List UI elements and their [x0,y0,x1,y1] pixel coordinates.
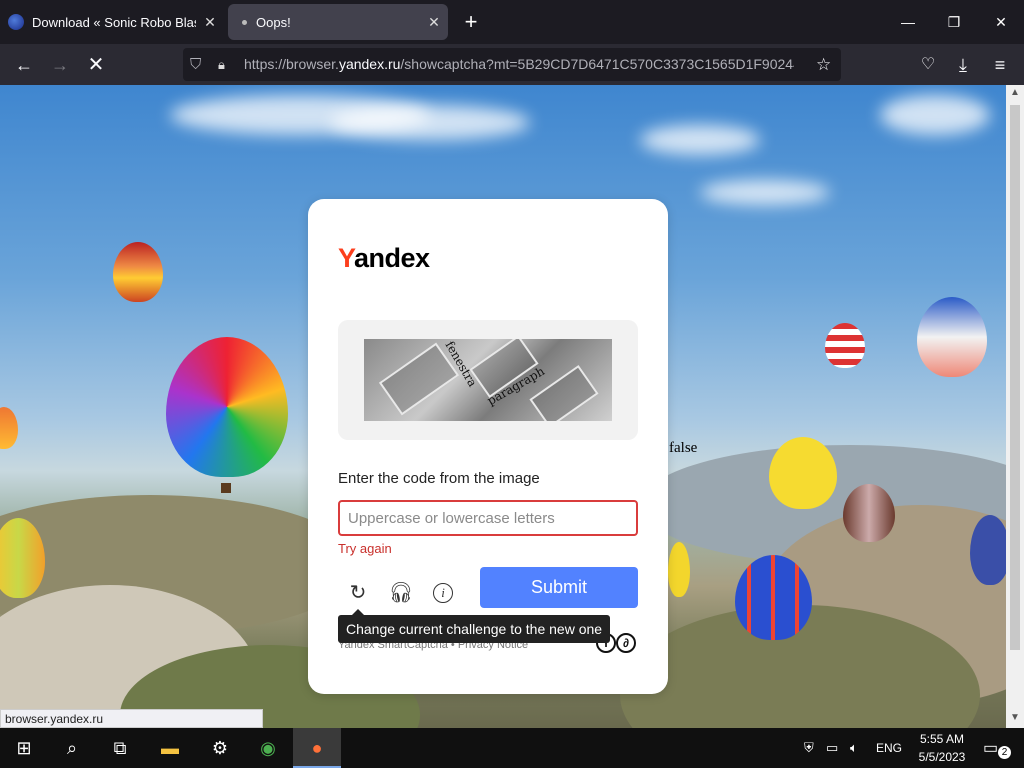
forward-arrow-icon[interactable]: → [45,50,75,80]
clock-time[interactable]: 5:55 AM [917,732,967,746]
windows-start-icon[interactable]: ⊞ [0,728,48,768]
info-icon[interactable]: i [433,583,453,603]
language-indicator[interactable]: ENG [876,741,902,755]
defender-shield-icon[interactable]: ⛨ [804,740,814,756]
volume-icon[interactable]: 🔈︎ [850,740,858,756]
captcha-image-frame: fenestra paragraph [338,320,638,440]
menu-hamburger-icon[interactable]: ≡ [985,50,1015,80]
link-status-bar: browser.yandex.ru [0,709,263,728]
sonic-favicon-icon [8,14,24,30]
back-arrow-icon[interactable]: ← [9,50,39,80]
task-view-icon[interactable]: ⧉ [96,728,144,768]
captcha-image: fenestra paragraph [364,339,612,421]
notification-count: 2 [998,746,1011,759]
close-tab-icon[interactable]: ✕ [420,14,448,31]
new-tab-button[interactable]: + [458,8,484,36]
hot-air-balloon [113,242,163,302]
tab-strip: Download « Sonic Robo Blast 2 ✕ Oops! ✕ … [0,0,1024,44]
close-tab-icon[interactable]: ✕ [196,14,224,31]
audio-challenge-icon[interactable]: 🎧︎ [386,578,416,608]
refresh-tooltip: Change current challenge to the new one [338,609,611,643]
page-scrollbar[interactable]: ▲ ▼ [1006,85,1024,728]
system-tray: ⛨ ▭ 🔈︎ ENG 5:55 AM 5/5/2023 ▭ 2 [800,728,1024,768]
close-window-button[interactable]: ✕ [978,6,1024,38]
submit-button[interactable]: Submit [480,567,638,608]
scroll-up-icon[interactable]: ▲ [1010,87,1020,98]
scroll-thumb[interactable] [1010,105,1020,650]
url-text[interactable]: https://browser.yandex.ru/showcaptcha?mt… [244,48,794,81]
loading-dot-icon [242,19,247,25]
tab-sonic-robo-blast[interactable]: Download « Sonic Robo Blast 2 ✕ [0,4,224,40]
shield-icon[interactable]: ⛉ [190,48,201,81]
windows-taskbar: ⊞ ⌕ ⧉ ▬ ⚙ ◉ ● ⛨ ▭ 🔈︎ ENG 5:55 AM 5/5/202… [0,728,1024,768]
maximize-button[interactable]: ❐ [931,6,977,38]
tab-title: Download « Sonic Robo Blast 2 [32,14,196,30]
settings-gear-icon[interactable]: ⚙ [196,728,244,768]
navigation-toolbar: ← → ✕ ⛉ 🔒︎ https://browser.yandex.ru/sho… [0,44,1024,85]
stray-text: false [669,440,698,456]
refresh-challenge-icon[interactable]: ↻ [343,578,373,608]
bookmark-star-icon[interactable]: ☆ [816,48,831,81]
tab-title: Oops! [256,14,291,30]
chrome-icon[interactable]: ◉ [244,728,292,768]
captcha-prompt: Enter the code from the image [338,470,540,487]
firefox-icon[interactable]: ● [293,728,341,768]
lock-icon[interactable]: 🔒︎ [218,48,225,81]
notifications-icon[interactable]: ▭ [983,738,998,758]
yandex-logo: Yandex [338,243,430,273]
stop-loading-icon[interactable]: ✕ [81,50,111,80]
address-bar[interactable]: ⛉ 🔒︎ https://browser.yandex.ru/showcaptc… [183,48,841,81]
scroll-down-icon[interactable]: ▼ [1010,712,1020,723]
hot-air-balloon [166,337,288,477]
error-message: Try again [338,541,392,556]
downloads-icon[interactable]: ⤓ [948,50,978,80]
pocket-icon[interactable]: ♡ [913,50,943,80]
minimize-button[interactable]: — [885,6,931,38]
clock-date[interactable]: 5/5/2023 [913,750,971,764]
tab-oops[interactable]: Oops! ✕ [228,4,448,40]
file-explorer-icon[interactable]: ▬ [146,728,194,768]
search-icon[interactable]: ⌕ [48,728,96,768]
captcha-code-input[interactable] [338,500,638,536]
network-icon[interactable]: ▭ [826,740,838,756]
